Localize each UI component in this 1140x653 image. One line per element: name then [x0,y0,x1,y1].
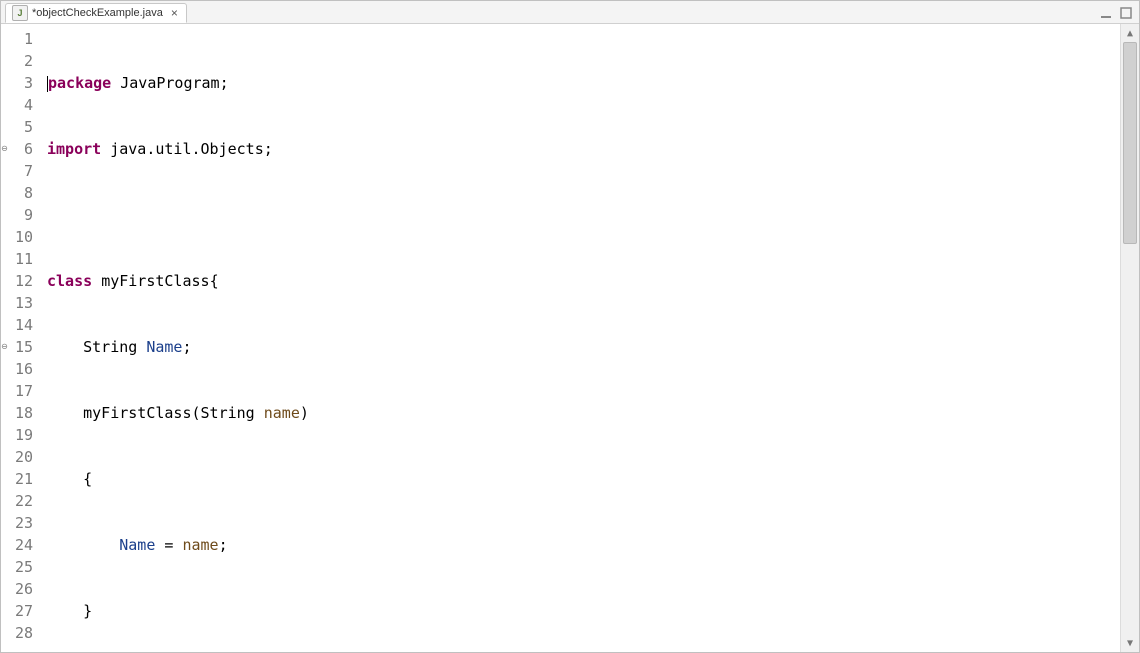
line-number: 16 [5,358,33,380]
line-number: 1 [5,28,33,50]
code-line: import java.util.Objects; [47,138,1120,160]
line-number: 22 [5,490,33,512]
window-controls [1099,5,1135,19]
code-line: { [47,468,1120,490]
line-number: 11 [5,248,33,270]
line-number: 27 [5,600,33,622]
tab-close-icon[interactable]: × [171,6,178,20]
code-line: myFirstClass(String name) [47,402,1120,424]
maximize-icon[interactable] [1119,5,1133,19]
editor-body: 1 2 3 4 5 ⊖6 7 8 9 10 11 12 13 14 ⊖15 16… [1,24,1139,652]
code-line: Name = name; [47,534,1120,556]
line-number: ⊖15 [5,336,33,358]
line-number: 10 [5,226,33,248]
line-number: 18 [5,402,33,424]
line-number: 7 [5,160,33,182]
code-line: } [47,600,1120,622]
minimize-icon[interactable] [1099,5,1113,19]
scroll-thumb[interactable] [1123,42,1137,244]
line-number: 17 [5,380,33,402]
line-number: 21 [5,468,33,490]
line-number-gutter: 1 2 3 4 5 ⊖6 7 8 9 10 11 12 13 14 ⊖15 16… [1,24,41,652]
line-number: ⊖6 [5,138,33,160]
code-area[interactable]: package JavaProgram; import java.util.Ob… [41,24,1120,652]
tab-area: J *objectCheckExample.java × [5,2,187,22]
tab-bar: J *objectCheckExample.java × [1,1,1139,24]
line-number: 26 [5,578,33,600]
line-number: 5 [5,116,33,138]
code-line: String Name; [47,336,1120,358]
line-number: 13 [5,292,33,314]
code-line: class myFirstClass{ [47,270,1120,292]
java-file-icon: J [12,5,28,21]
code-editor[interactable]: 1 2 3 4 5 ⊖6 7 8 9 10 11 12 13 14 ⊖15 16… [1,24,1120,652]
line-number: 8 [5,182,33,204]
scroll-up-icon[interactable]: ▲ [1121,24,1139,42]
line-number: 19 [5,424,33,446]
line-number: 2 [5,50,33,72]
line-number: 12 [5,270,33,292]
line-number: 9 [5,204,33,226]
scroll-down-icon[interactable]: ▼ [1121,634,1139,652]
line-number: 4 [5,94,33,116]
line-number: 23 [5,512,33,534]
editor-tab[interactable]: J *objectCheckExample.java × [5,3,187,23]
line-number: 25 [5,556,33,578]
editor-window: J *objectCheckExample.java × 1 2 3 4 5 ⊖… [0,0,1140,653]
line-number: 20 [5,446,33,468]
scroll-track[interactable] [1121,42,1139,634]
line-number: 24 [5,534,33,556]
vertical-scrollbar[interactable]: ▲ ▼ [1120,24,1139,652]
code-line [47,204,1120,226]
line-number: 28 [5,622,33,644]
code-line: package JavaProgram; [47,72,1120,94]
line-number: 14 [5,314,33,336]
tab-filename: *objectCheckExample.java [32,7,163,19]
line-number: 3 [5,72,33,94]
